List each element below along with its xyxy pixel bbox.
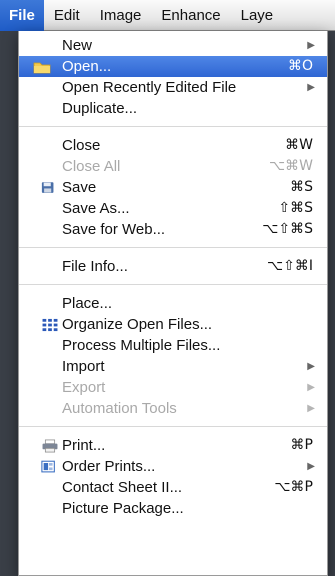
menu-item-import[interactable]: Import ▶ [19, 356, 327, 377]
menu-item-save[interactable]: Save ⌘S [19, 177, 327, 198]
menu-item-label: Export [62, 379, 106, 396]
submenu-arrow-icon: ▶ [307, 403, 315, 414]
floppy-disk-icon [41, 182, 54, 193]
submenu-arrow-icon: ▶ [307, 40, 315, 51]
order-prints-icon [41, 460, 55, 473]
menu-separator [19, 426, 327, 427]
menu-item-organize-open-files[interactable]: Organize Open Files... [19, 314, 327, 335]
menu-item-print[interactable]: Print... ⌘P [19, 435, 327, 456]
submenu-arrow-icon: ▶ [307, 82, 315, 93]
menu-item-label: Open Recently Edited File [62, 79, 237, 96]
menu-item-picture-package[interactable]: Picture Package... [19, 498, 327, 519]
menu-item-place[interactable]: Place... [19, 293, 327, 314]
menu-item-label: Duplicate... [62, 100, 138, 117]
submenu-arrow-icon: ▶ [307, 361, 315, 372]
file-menu-dropdown: New ▶ Open... ⌘O Open Recently Edited Fi… [18, 31, 328, 576]
menu-item-label: Process Multiple Files... [62, 337, 221, 354]
menu-item-save-as[interactable]: Save As... ⇧⌘S [19, 198, 327, 219]
menu-item-label: New [62, 37, 93, 54]
menubar-edit[interactable]: Edit [44, 0, 90, 31]
menubar-image[interactable]: Image [90, 0, 152, 31]
menu-item-label: Save for Web... [62, 221, 166, 238]
submenu-arrow-icon: ▶ [307, 461, 315, 472]
menubar-enhance[interactable]: Enhance [151, 0, 230, 31]
menu-item-label: Save [62, 179, 97, 196]
menu-item-open-recent[interactable]: Open Recently Edited File ▶ [19, 77, 327, 98]
folder-icon [33, 62, 51, 74]
menu-item-label: Organize Open Files... [62, 316, 213, 333]
submenu-arrow-icon: ▶ [307, 382, 315, 393]
menu-item-file-info[interactable]: File Info... ⌥⇧⌘I [19, 256, 327, 277]
menu-separator [19, 247, 327, 248]
menu-item-label: Print... [62, 437, 106, 454]
menu-item-label: Order Prints... [62, 458, 156, 475]
menu-item-label: File Info... [62, 258, 128, 275]
menu-item-label: Picture Package... [62, 500, 184, 517]
menu-item-save-for-web[interactable]: Save for Web... ⌥⇧⌘S [19, 219, 327, 240]
menu-item-open[interactable]: Open... ⌘O [19, 56, 327, 77]
menu-bar: File Edit Image Enhance Laye [0, 0, 335, 31]
menu-item-shortcut: ⌘W [285, 137, 313, 153]
menu-item-shortcut: ⌥⇧⌘S [262, 221, 313, 237]
menu-item-shortcut: ⌥⇧⌘I [267, 258, 313, 274]
menu-item-label: Save As... [62, 200, 130, 217]
menu-item-label: Import [62, 358, 105, 375]
menu-item-label: Close [62, 137, 101, 154]
menu-item-label: Open... [62, 58, 112, 75]
menubar-file[interactable]: File [0, 0, 44, 31]
menu-item-shortcut: ⌘P [290, 437, 313, 453]
menu-item-shortcut: ⌥⌘P [274, 479, 313, 495]
menu-item-automation-tools: Automation Tools ▶ [19, 398, 327, 419]
menu-item-shortcut: ⌘O [287, 58, 313, 74]
printer-icon [42, 439, 58, 453]
menu-item-new[interactable]: New ▶ [19, 35, 327, 56]
menu-item-order-prints[interactable]: Order Prints... ▶ [19, 456, 327, 477]
menu-item-contact-sheet[interactable]: Contact Sheet II... ⌥⌘P [19, 477, 327, 498]
menu-item-shortcut: ⌘S [290, 179, 313, 195]
menu-item-label: Contact Sheet II... [62, 479, 183, 496]
menu-item-export: Export ▶ [19, 377, 327, 398]
menu-item-shortcut: ⇧⌘S [278, 200, 313, 216]
menu-item-label: Place... [62, 295, 113, 312]
menu-item-shortcut: ⌥⌘W [269, 158, 313, 174]
menu-item-duplicate[interactable]: Duplicate... [19, 98, 327, 119]
menu-item-close-all: Close All ⌥⌘W [19, 156, 327, 177]
menu-separator [19, 284, 327, 285]
menubar-layer[interactable]: Laye [231, 0, 284, 31]
grid-icon [42, 318, 58, 332]
menu-item-label: Close All [62, 158, 121, 175]
menu-item-process-multiple-files[interactable]: Process Multiple Files... [19, 335, 327, 356]
menu-item-label: Automation Tools [62, 400, 177, 417]
menu-item-close[interactable]: Close ⌘W [19, 135, 327, 156]
menu-separator [19, 126, 327, 127]
